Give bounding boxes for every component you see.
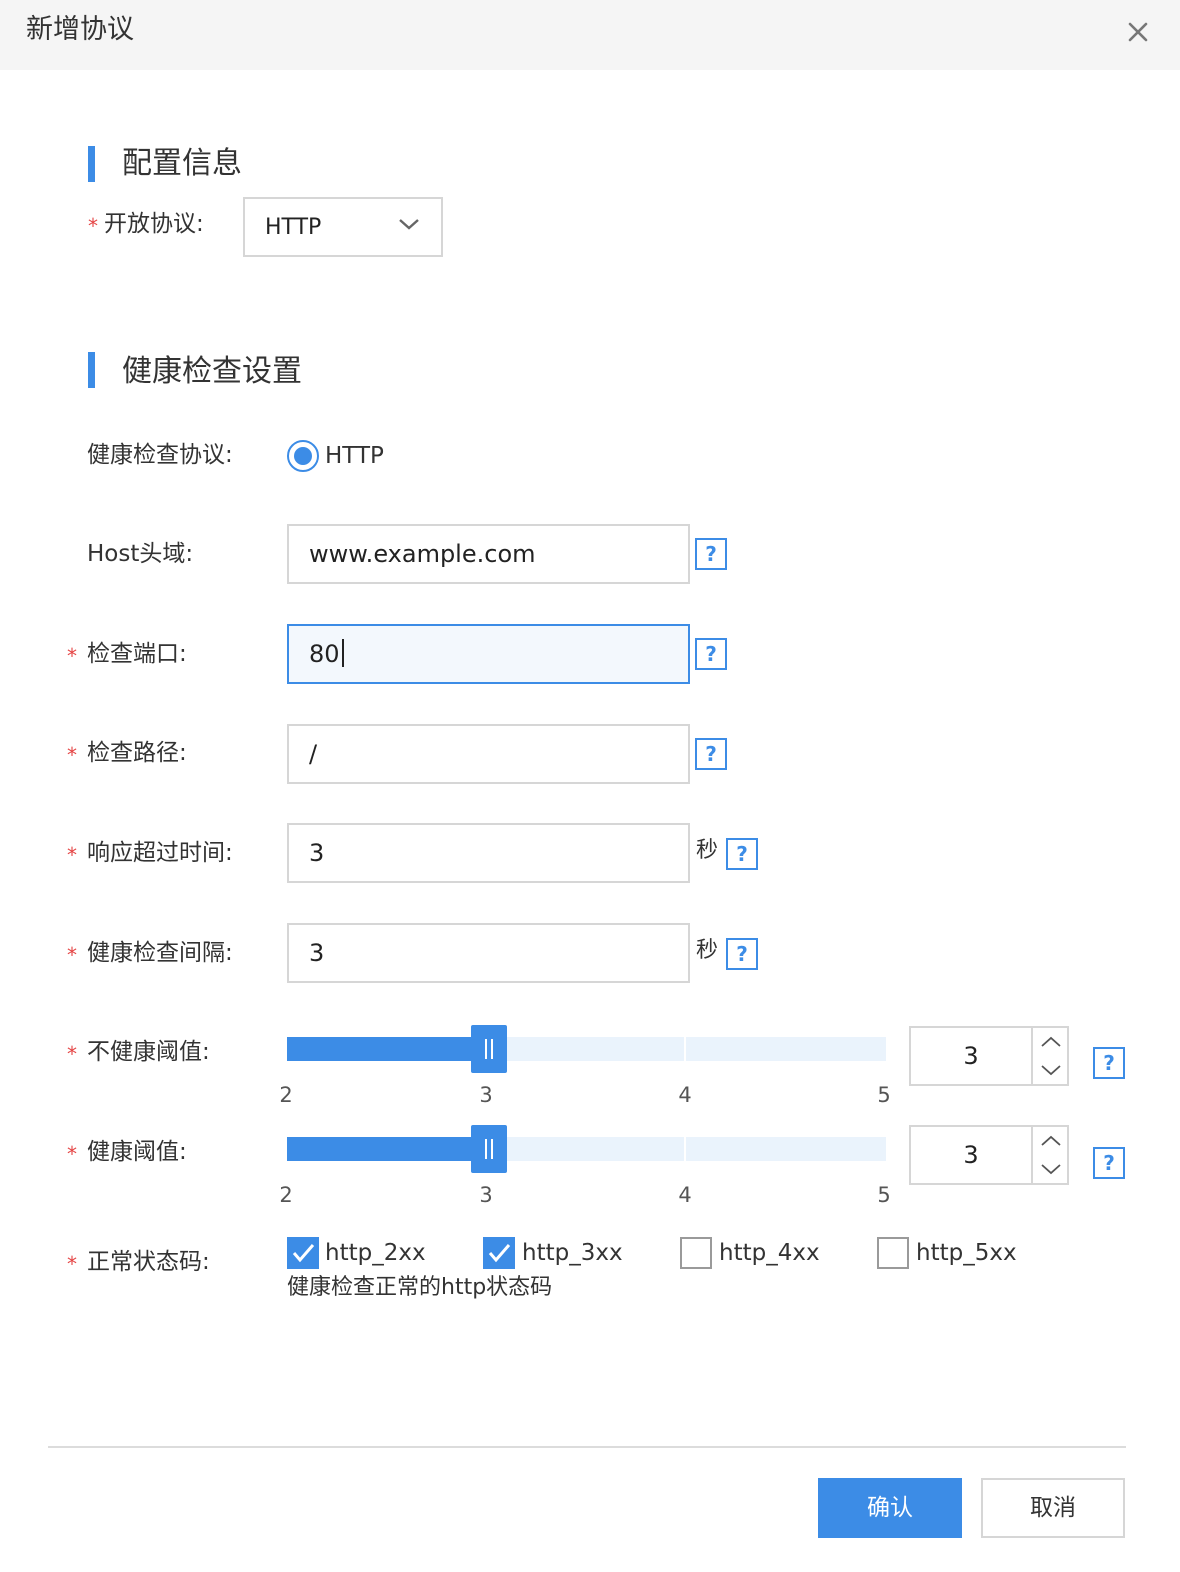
checkbox-http-2xx[interactable] — [287, 1237, 319, 1269]
checkbox-http-4xx[interactable] — [680, 1237, 712, 1269]
slider-tick: 5 — [877, 1183, 891, 1207]
port-input-value: 80 — [309, 640, 340, 668]
number-stepper — [1031, 1028, 1069, 1084]
required-mark: * — [67, 743, 77, 767]
path-help-icon[interactable]: ? — [695, 738, 727, 770]
chevron-up-icon — [1041, 1135, 1061, 1146]
protocol-select[interactable]: HTTP — [243, 197, 443, 257]
slider-tick: 5 — [877, 1083, 891, 1107]
unhealthy-help-icon[interactable]: ? — [1093, 1047, 1125, 1079]
timeout-input[interactable]: 3 — [287, 823, 690, 883]
required-mark: * — [67, 1252, 77, 1276]
confirm-button[interactable]: 确认 — [818, 1478, 962, 1538]
slider-step-divider — [684, 1137, 686, 1161]
required-mark: * — [67, 843, 77, 867]
port-input[interactable]: 80 — [287, 624, 690, 684]
unhealthy-label: 不健康阈值: — [87, 1039, 210, 1065]
interval-unit: 秒 — [696, 938, 719, 963]
chevron-down-icon — [1041, 1164, 1061, 1175]
close-icon — [1128, 22, 1148, 42]
slider-tick: 3 — [479, 1083, 493, 1107]
decrement-button[interactable] — [1033, 1155, 1069, 1183]
interval-input[interactable]: 3 — [287, 923, 690, 983]
unhealthy-slider-fill — [287, 1037, 487, 1061]
text-caret — [341, 639, 344, 667]
host-input[interactable]: www.example.com — [287, 524, 690, 584]
radio-dot — [294, 447, 312, 465]
chevron-up-icon — [1041, 1036, 1061, 1047]
check-protocol-option: HTTP — [325, 443, 384, 469]
chevron-down-icon — [1041, 1065, 1061, 1076]
slider-step-divider — [684, 1037, 686, 1061]
unhealthy-slider-handle[interactable] — [471, 1025, 507, 1073]
host-help-icon[interactable]: ? — [695, 538, 727, 570]
status-label: 正常状态码: — [87, 1249, 210, 1275]
slider-tick: 2 — [279, 1183, 293, 1207]
checkbox-label: http_2xx — [325, 1240, 426, 1266]
interval-label: 健康检查间隔: — [87, 940, 233, 966]
section-title-config: 配置信息 — [122, 146, 242, 181]
port-help-icon[interactable]: ? — [695, 638, 727, 670]
timeout-unit: 秒 — [696, 838, 719, 863]
check-protocol-label: 健康检查协议: — [87, 442, 233, 468]
section-marker — [88, 146, 95, 182]
interval-help-icon[interactable]: ? — [726, 938, 758, 970]
required-mark: * — [67, 644, 77, 668]
port-label: 检查端口: — [87, 641, 187, 667]
protocol-select-value: HTTP — [265, 215, 322, 240]
checkbox-label: http_5xx — [916, 1240, 1017, 1266]
timeout-label: 响应超过时间: — [87, 840, 233, 866]
healthy-help-icon[interactable]: ? — [1093, 1147, 1125, 1179]
number-stepper — [1031, 1127, 1069, 1183]
healthy-slider-handle[interactable] — [471, 1125, 507, 1173]
required-mark: * — [88, 214, 98, 238]
chevron-down-icon — [399, 219, 419, 230]
decrement-button[interactable] — [1033, 1056, 1069, 1084]
dialog-title: 新增协议 — [26, 14, 134, 45]
required-mark: * — [67, 1042, 77, 1066]
slider-tick: 2 — [279, 1083, 293, 1107]
healthy-number-value: 3 — [963, 1141, 979, 1169]
checkbox-label: http_4xx — [719, 1240, 820, 1266]
cancel-button[interactable]: 取消 — [981, 1478, 1125, 1538]
check-icon — [292, 1244, 315, 1263]
slider-tick: 4 — [678, 1083, 692, 1107]
path-label: 检查路径: — [87, 740, 187, 766]
close-button[interactable] — [1116, 10, 1160, 54]
status-hint: 健康检查正常的http状态码 — [287, 1275, 553, 1300]
unhealthy-slider-track[interactable] — [287, 1037, 886, 1061]
host-label: Host头域: — [87, 541, 194, 567]
required-mark: * — [67, 943, 77, 967]
healthy-label: 健康阈值: — [87, 1139, 187, 1165]
checkbox-label: http_3xx — [522, 1240, 623, 1266]
healthy-number-input[interactable]: 3 — [909, 1125, 1069, 1185]
checkbox-http-5xx[interactable] — [877, 1237, 909, 1269]
timeout-help-icon[interactable]: ? — [726, 838, 758, 870]
unhealthy-number-input[interactable]: 3 — [909, 1026, 1069, 1086]
protocol-label: 开放协议: — [104, 211, 204, 237]
required-mark: * — [67, 1142, 77, 1166]
path-input[interactable]: / — [287, 724, 690, 784]
increment-button[interactable] — [1033, 1127, 1069, 1155]
check-icon — [488, 1244, 511, 1263]
increment-button[interactable] — [1033, 1028, 1069, 1056]
dialog-header: 新增协议 — [0, 0, 1180, 70]
check-protocol-radio[interactable] — [287, 440, 319, 472]
section-marker — [88, 352, 95, 388]
unhealthy-number-value: 3 — [963, 1042, 979, 1070]
checkbox-http-3xx[interactable] — [483, 1237, 515, 1269]
slider-tick: 3 — [479, 1183, 493, 1207]
section-title-health: 健康检查设置 — [122, 354, 302, 389]
slider-tick: 4 — [678, 1183, 692, 1207]
healthy-slider-track[interactable] — [287, 1137, 886, 1161]
healthy-slider-fill — [287, 1137, 487, 1161]
footer-divider — [48, 1446, 1126, 1448]
